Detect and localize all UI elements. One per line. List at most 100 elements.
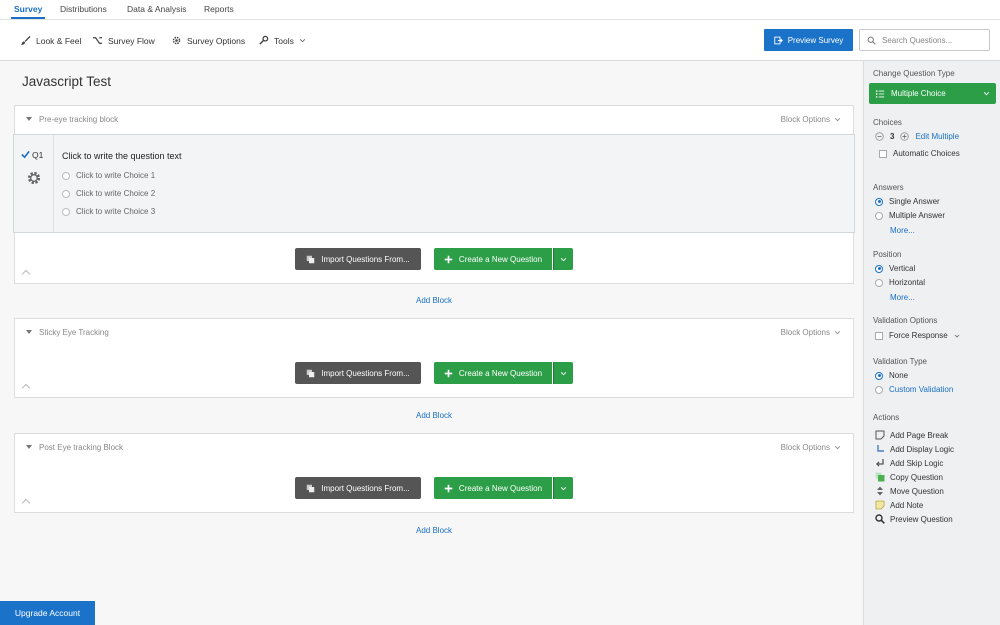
collapse-caret-icon[interactable] [26,330,32,334]
add-block-link[interactable]: Add Block [416,296,452,305]
upgrade-account-button[interactable]: Upgrade Account [0,601,95,625]
block-options-label: Block Options [780,115,830,124]
custom-validation-radio[interactable] [875,385,883,394]
automatic-choices-label: Automatic Choices [893,149,960,158]
minus-circle-icon[interactable] [875,132,884,141]
preview-survey-button[interactable]: Preview Survey [764,29,853,51]
block-options-dropdown[interactable]: Block Options [781,443,841,452]
add-block-link[interactable]: Add Block [416,526,452,535]
block-options-label: Block Options [780,443,830,452]
multiple-answer-option[interactable]: Multiple Answer [875,211,945,220]
none-validation-radio[interactable] [875,371,883,380]
collapse-caret-icon[interactable] [26,445,32,449]
search-icon [867,36,876,45]
none-validation-option[interactable]: None [875,371,908,380]
tab-data-analysis[interactable]: Data & Analysis [127,4,187,14]
position-more-link[interactable]: More... [890,293,915,302]
import-questions-button[interactable]: Import Questions From... [295,362,421,384]
gear-icon[interactable] [26,170,42,186]
create-question-button[interactable]: Create a New Question [434,477,552,499]
chevron-down-icon [834,118,841,122]
tab-distributions[interactable]: Distributions [60,4,107,14]
survey-flow-button[interactable]: Survey Flow [92,35,155,46]
multiple-answer-radio[interactable] [875,211,883,220]
automatic-choices-option[interactable]: Automatic Choices [879,149,960,158]
add-page-break-action[interactable]: Add Page Break [875,430,948,440]
single-answer-option[interactable]: Single Answer [875,197,940,206]
create-question-dropdown[interactable] [553,248,573,270]
choice-item[interactable]: Click to write Choice 2 [62,189,155,198]
choices-heading: Choices [873,118,902,127]
block-name[interactable]: Pre-eye tracking block [39,115,118,124]
choice-item[interactable]: Click to write Choice 1 [62,171,155,180]
tools-dropdown[interactable]: Tools [258,35,306,46]
move-icon [877,486,883,496]
move-question-action[interactable]: Move Question [875,486,944,496]
radio-button[interactable] [62,189,70,198]
preview-icon [774,36,783,44]
create-question-button[interactable]: Create a New Question [434,362,552,384]
preview-survey-label: Preview Survey [787,35,844,45]
block-name[interactable]: Post Eye tracking Block [39,443,123,452]
force-response-checkbox[interactable] [875,331,883,340]
vertical-radio[interactable] [875,264,883,273]
custom-validation-label: Custom Validation [889,385,954,394]
validation-type-heading: Validation Type [873,357,927,366]
horizontal-option[interactable]: Horizontal [875,278,925,287]
collapse-up-icon[interactable] [21,269,31,279]
radio-button[interactable] [62,171,70,180]
copy-icon [307,255,315,263]
question-card[interactable]: Q1 Click to write the question text Clic… [13,134,855,233]
validation-options-heading: Validation Options [873,316,938,325]
import-questions-button[interactable]: Import Questions From... [295,477,421,499]
copy-icon [875,472,885,482]
force-response-option[interactable]: Force Response [875,331,960,340]
add-block-link[interactable]: Add Block [416,411,452,420]
collapse-up-icon[interactable] [21,383,31,393]
create-question-dropdown[interactable] [553,362,573,384]
block-options-dropdown[interactable]: Block Options [781,328,841,337]
survey-title[interactable]: Javascript Test [22,74,111,89]
choice-item[interactable]: Click to write Choice 3 [62,207,155,216]
collapse-caret-icon[interactable] [26,117,32,121]
search-box[interactable] [859,29,990,51]
tab-survey[interactable]: Survey [10,4,46,19]
import-questions-button[interactable]: Import Questions From... [295,248,421,270]
chevron-down-icon [983,92,990,96]
question-type-select[interactable]: Multiple Choice [869,83,996,104]
add-note-action[interactable]: Add Note [875,500,923,510]
action-label: Add Page Break [890,430,949,440]
edit-multiple-link[interactable]: Edit Multiple [915,132,959,141]
horizontal-radio[interactable] [875,278,883,287]
block-options-dropdown[interactable]: Block Options [781,115,841,124]
radio-button[interactable] [62,207,70,216]
answers-more-link[interactable]: More... [890,226,915,235]
action-label: Move Question [890,486,944,496]
plus-circle-icon[interactable] [900,132,910,141]
question-text[interactable]: Click to write the question text [62,151,182,161]
vertical-option[interactable]: Vertical [875,264,915,273]
copy-question-action[interactable]: Copy Question [875,472,943,482]
chevron-down-icon [299,39,305,43]
block-name[interactable]: Sticky Eye Tracking [39,328,109,337]
create-question-dropdown[interactable] [553,477,573,499]
add-skip-logic-action[interactable]: Add Skip Logic [875,458,943,468]
look-feel-button[interactable]: Look & Feel [20,35,81,46]
wrench-icon [259,35,269,45]
single-answer-radio[interactable] [875,197,883,206]
collapse-up-icon[interactable] [21,498,31,508]
custom-validation-option[interactable]: Custom Validation [875,385,953,394]
create-question-label: Create a New Question [458,254,543,264]
add-display-logic-action[interactable]: Add Display Logic [875,444,954,454]
multiple-answer-label: Multiple Answer [889,211,946,220]
preview-question-action[interactable]: Preview Question [875,514,953,524]
block-header: Sticky Eye Tracking Block Options [15,319,853,346]
automatic-choices-checkbox[interactable] [879,149,887,158]
create-question-button[interactable]: Create a New Question [434,248,552,270]
checkmark-icon[interactable] [21,150,30,159]
horizontal-label: Horizontal [889,278,926,287]
survey-options-button[interactable]: Survey Options [171,35,245,46]
action-label: Add Display Logic [890,444,955,454]
search-input[interactable] [882,35,982,45]
tab-reports[interactable]: Reports [204,4,234,14]
